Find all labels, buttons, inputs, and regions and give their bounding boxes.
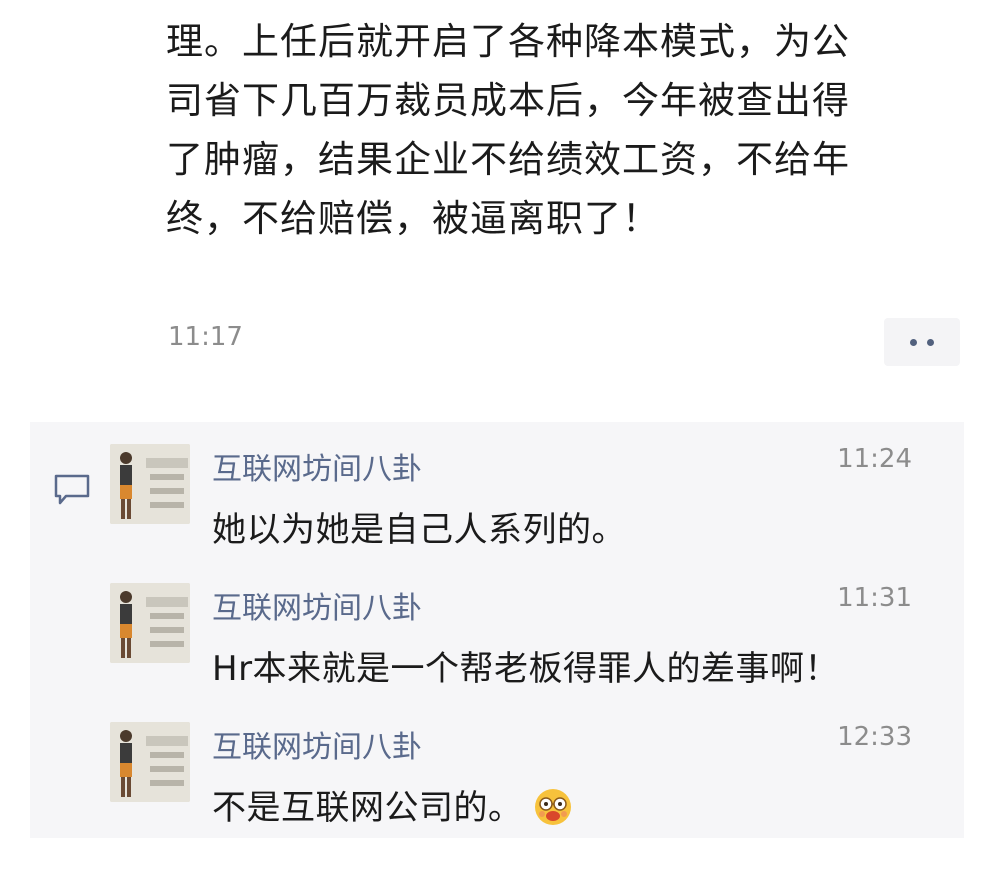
post-line: 了肿瘤，结果企业不给绩效工资，不给年 — [166, 138, 850, 181]
post-line: 理。上任后就开启了各种降本模式，为公 — [166, 20, 850, 63]
comment-author[interactable]: 互联网坊间八卦 — [212, 722, 422, 766]
post-text: 理。上任后就开启了各种降本模式，为公 司省下几百万裁员成本后，今年被查出得 了肿… — [166, 12, 946, 248]
comment-text: 不是互联网公司的。 — [212, 780, 573, 829]
comment-timestamp: 11:24 — [837, 444, 912, 474]
comment-timestamp: 12:33 — [837, 722, 912, 752]
comment-text: 她以为她是自己人系列的。 — [212, 510, 626, 550]
comment-author[interactable]: 互联网坊间八卦 — [212, 444, 422, 488]
comment-timestamp: 11:31 — [837, 583, 912, 613]
post-line: 司省下几百万裁员成本后，今年被查出得 — [166, 79, 850, 122]
smiling-face-with-glasses-emoji — [534, 789, 571, 825]
post-line: 终，不给赔偿，被逼离职了！ — [166, 197, 660, 240]
avatar[interactable] — [110, 583, 190, 663]
more-dots-icon — [927, 338, 934, 346]
avatar[interactable] — [110, 444, 190, 524]
more-options-button[interactable] — [884, 318, 960, 366]
comment-text: Hr本来就是一个帮老板得罪人的差事啊！ — [212, 649, 840, 689]
comment-icon[interactable] — [52, 472, 92, 508]
avatar[interactable] — [110, 722, 190, 802]
comment-item: 互联网坊间八卦 11:31 Hr本来就是一个帮老板得罪人的差事啊！ — [110, 583, 930, 703]
comment-author[interactable]: 互联网坊间八卦 — [212, 583, 422, 627]
post-timestamp: 11:17 — [168, 322, 243, 352]
comment-item: 互联网坊间八卦 12:33 不是互联网公司的。 — [110, 722, 930, 842]
more-dots-icon — [910, 338, 917, 346]
comment-item: 互联网坊间八卦 11:24 她以为她是自己人系列的。 — [110, 444, 930, 564]
comment-text-content: 不是互联网公司的。 — [212, 788, 523, 828]
